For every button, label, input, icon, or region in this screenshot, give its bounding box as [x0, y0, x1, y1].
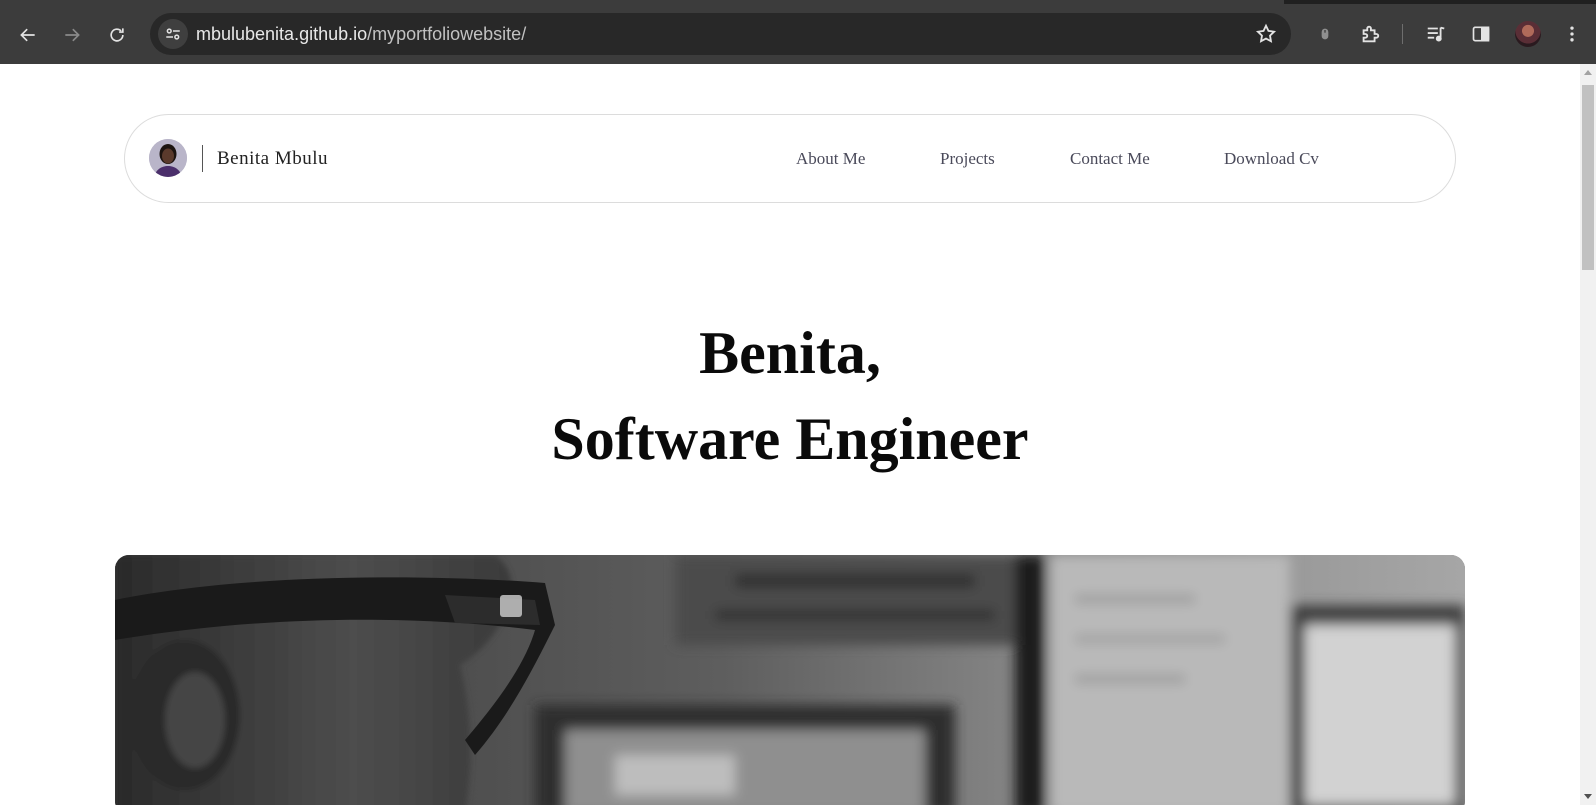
hero-title-line-2: Software Engineer — [551, 406, 1029, 472]
arrow-left-icon — [20, 28, 35, 42]
extension-mouse-icon[interactable] — [1313, 22, 1337, 46]
active-tab-edge — [0, 0, 1284, 4]
kebab-menu-icon[interactable] — [1560, 22, 1584, 46]
media-controls-icon[interactable] — [1424, 22, 1448, 46]
url-host: mbulubenita.github.io — [196, 24, 368, 44]
nav-link-projects[interactable]: Projects — [940, 149, 995, 169]
back-button[interactable] — [13, 20, 43, 50]
tab-strip — [0, 0, 1596, 4]
hero-title: Benita, Software Engineer — [0, 310, 1580, 482]
brand-name[interactable]: Benita Mbulu — [217, 148, 328, 170]
reload-icon — [110, 28, 124, 42]
hero-photo-grayscale — [115, 555, 1465, 805]
url-path: /myportfoliowebsite/ — [367, 24, 527, 44]
brand-divider — [202, 145, 203, 172]
hero-image — [115, 555, 1465, 805]
nav-link-contact-me[interactable]: Contact Me — [1070, 149, 1150, 169]
avatar-portrait-image — [149, 139, 187, 177]
url-text[interactable]: mbulubenita.github.io/myportfoliowebsite… — [196, 24, 526, 45]
web-page: Benita Mbulu About Me Projects Contact M… — [0, 64, 1580, 805]
brand-avatar[interactable] — [149, 139, 187, 177]
scroll-up-arrow-icon[interactable] — [1584, 70, 1592, 75]
side-panel-icon[interactable] — [1469, 22, 1493, 46]
bookmark-star-icon[interactable] — [1255, 23, 1277, 45]
toolbar-separator — [1402, 24, 1403, 44]
tune-icon — [166, 28, 180, 40]
browser-toolbar: mbulubenita.github.io/myportfoliowebsite… — [0, 0, 1596, 64]
nav-link-download-cv[interactable]: Download Cv — [1224, 149, 1319, 169]
profile-avatar[interactable] — [1515, 21, 1541, 47]
scrollbar-thumb[interactable] — [1582, 85, 1594, 270]
hero-title-line-1: Benita, — [699, 320, 881, 386]
extensions-puzzle-icon[interactable] — [1358, 22, 1382, 46]
nav-link-about-me[interactable]: About Me — [796, 149, 865, 169]
address-bar[interactable]: mbulubenita.github.io/myportfoliowebsite… — [150, 13, 1291, 55]
page-scrollbar[interactable] — [1580, 64, 1596, 805]
scroll-down-arrow-icon[interactable] — [1584, 794, 1592, 799]
site-info-button[interactable] — [158, 19, 188, 49]
site-navbar: Benita Mbulu About Me Projects Contact M… — [124, 114, 1456, 203]
arrow-right-icon — [65, 28, 80, 42]
reload-button[interactable] — [102, 20, 132, 50]
forward-button[interactable] — [57, 20, 87, 50]
